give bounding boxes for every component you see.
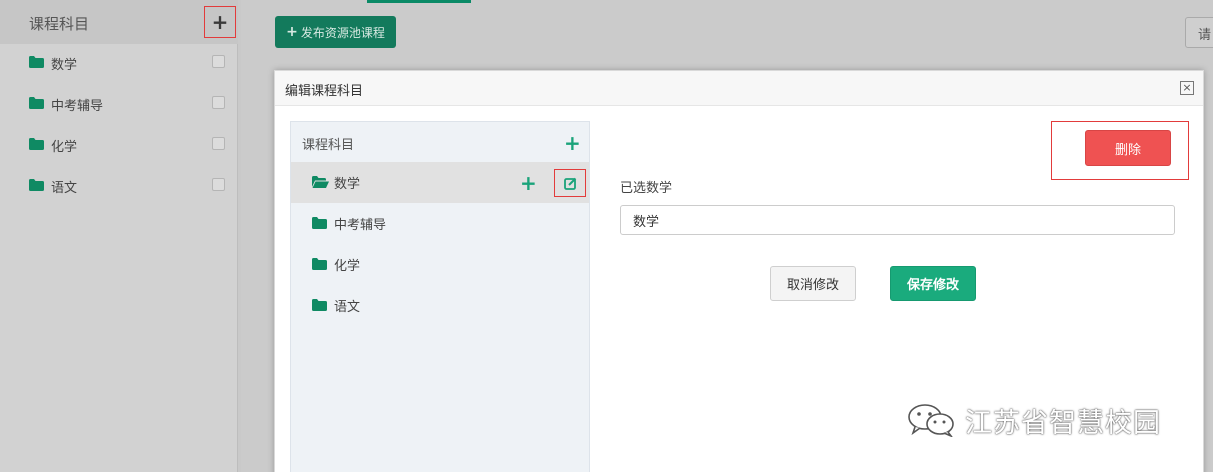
sidebar-item-label: 化学 <box>51 140 78 155</box>
subject-name-input[interactable] <box>620 205 1175 235</box>
subject-tree: 课程科目 + 数学 + 中考辅导 化学 语文 <box>290 121 590 472</box>
folder-open-icon <box>312 176 329 188</box>
tree-item-chinese[interactable]: 语文 <box>291 285 589 326</box>
sidebar-item-label: 语文 <box>51 181 78 196</box>
sidebar-item-exam-prep[interactable]: 中考辅导 <box>0 83 238 124</box>
folder-icon <box>312 258 327 270</box>
folder-icon <box>312 217 327 229</box>
sidebar-title: 课程科目 <box>29 15 90 33</box>
add-child-plus-icon[interactable]: + <box>520 173 537 193</box>
watermark: 江苏省智慧校园 <box>907 400 1161 440</box>
folder-icon <box>312 299 327 311</box>
tree-item-math[interactable]: 数学 + <box>291 162 589 203</box>
edit-icon <box>563 177 576 190</box>
delete-label: 删除 <box>1114 142 1141 158</box>
sidebar-item-checkbox[interactable] <box>212 178 225 191</box>
tree-item-label: 语文 <box>334 300 361 315</box>
tree-item-exam-prep[interactable]: 中考辅导 <box>291 203 589 244</box>
close-icon[interactable]: × <box>1180 81 1194 95</box>
sidebar-item-label: 数学 <box>51 58 78 73</box>
modal-header: 编辑课程科目 × <box>275 71 1203 106</box>
tree-item-label: 数学 <box>334 177 361 192</box>
cancel-label: 取消修改 <box>786 278 839 293</box>
folder-icon <box>29 138 44 150</box>
plus-icon: + <box>211 10 229 34</box>
plus-icon: + <box>286 24 298 40</box>
save-label: 保存修改 <box>906 278 959 293</box>
cancel-button[interactable]: 取消修改 <box>770 266 856 301</box>
edit-subject-button[interactable] <box>554 169 586 197</box>
sidebar: 课程科目 + 数学 中考辅导 化学 语文 <box>0 0 238 472</box>
folder-icon <box>29 179 44 191</box>
request-button[interactable]: 请 <box>1185 17 1213 48</box>
tree-header: 课程科目 + <box>291 122 589 162</box>
sidebar-item-checkbox[interactable] <box>212 96 225 109</box>
sidebar-item-checkbox[interactable] <box>212 137 225 150</box>
modal-title: 编辑课程科目 <box>285 84 364 99</box>
selected-subject-label: 已选数学 <box>620 181 673 196</box>
folder-icon <box>29 56 44 68</box>
publish-course-label: 发布资源池课程 <box>300 25 385 40</box>
sidebar-item-checkbox[interactable] <box>212 55 225 68</box>
add-subject-button[interactable]: + <box>204 6 236 38</box>
tree-title: 课程科目 <box>302 138 355 153</box>
sidebar-header: 课程科目 + <box>0 0 238 44</box>
add-subject-plus-icon[interactable]: + <box>564 133 581 153</box>
sidebar-item-math[interactable]: 数学 <box>0 42 238 83</box>
tree-item-label: 化学 <box>334 259 361 274</box>
delete-button[interactable]: 删除 <box>1085 130 1171 166</box>
tree-item-chemistry[interactable]: 化学 <box>291 244 589 285</box>
request-label: 请 <box>1198 28 1212 43</box>
wechat-icon <box>908 404 954 437</box>
watermark-text: 江苏省智慧校园 <box>965 407 1161 439</box>
publish-course-button[interactable]: + 发布资源池课程 <box>275 16 396 48</box>
sidebar-item-chemistry[interactable]: 化学 <box>0 124 238 165</box>
active-tab-indicator <box>367 0 471 3</box>
sidebar-item-chinese[interactable]: 语文 <box>0 165 238 206</box>
save-button[interactable]: 保存修改 <box>890 266 976 301</box>
tree-item-label: 中考辅导 <box>334 218 387 233</box>
sidebar-item-label: 中考辅导 <box>51 99 104 114</box>
folder-icon <box>29 97 44 109</box>
